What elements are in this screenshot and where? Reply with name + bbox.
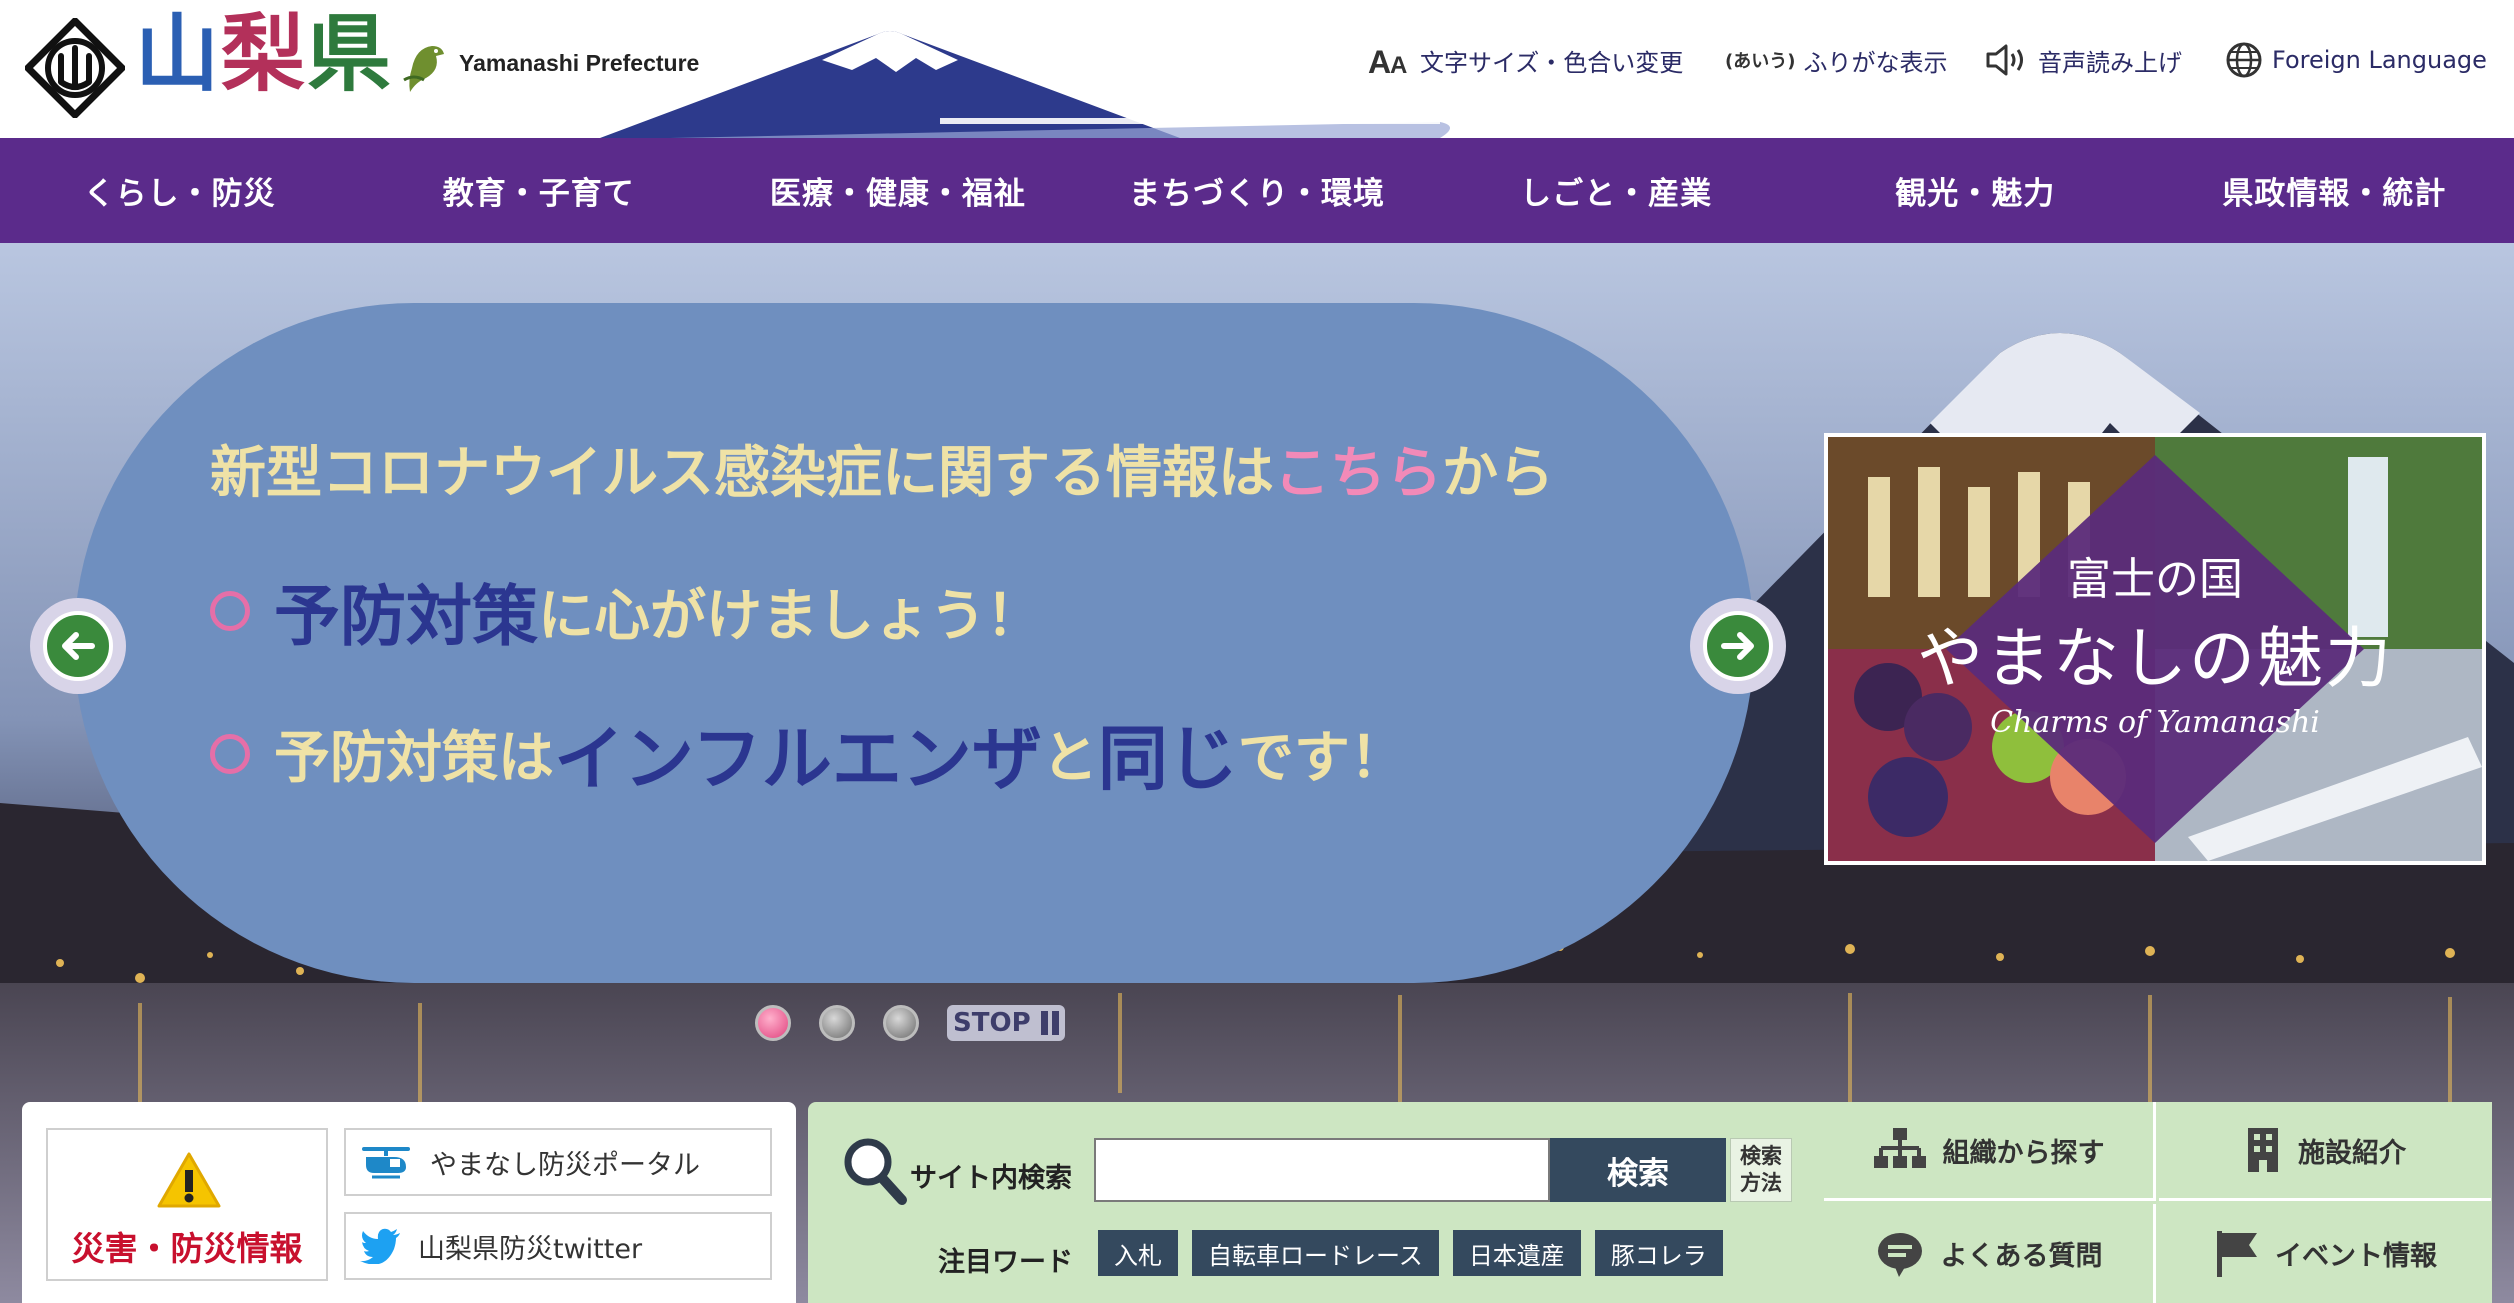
hot-word-japan-heritage[interactable]: 日本遺産 <box>1452 1230 1581 1276</box>
slide-headline-link[interactable]: こちら <box>1274 441 1442 506</box>
faq-label: よくある質問 <box>1940 1241 2103 1272</box>
charms-title-small: 富士の国 <box>2067 554 2243 605</box>
disaster-info-panel: 災害・防災情報 やまなし防災ポータル 山梨県防災twitter <box>22 1102 796 1303</box>
quick-links-panel: 組織から探す 施設紹介 よくある質問 イベント情報 <box>1824 1102 2492 1303</box>
search-label: サイト内検索 <box>910 1163 1072 1194</box>
org-chart-icon <box>1873 1128 1926 1168</box>
slide-next-button[interactable] <box>1690 598 1786 694</box>
slide-headline-post: から <box>1442 441 1554 506</box>
nav-item-living-disaster[interactable]: くらし・防災 <box>0 138 359 243</box>
furigana-label: ふりがな表示 <box>1803 48 1948 77</box>
voice-label: 音声読み上げ <box>2038 48 2182 77</box>
site-header: 山梨県 Yamanashi Prefecture A A 文字サイズ・色合い変更… <box>0 0 2514 138</box>
charms-of-yamanashi-banner[interactable]: 富士の国 やまなしの魅力 Charms of Yamanashi <box>1824 433 2486 865</box>
building-icon <box>2248 1128 2278 1172</box>
flag-icon <box>2217 1230 2257 1277</box>
hot-words-list: 入札 自転車ロードレース 日本遺産 豚コレラ <box>1098 1230 1737 1276</box>
search-by-organization-link[interactable]: 組織から探す <box>1824 1102 2156 1201</box>
charms-title-large: やまなしの魅力 <box>1917 620 2393 697</box>
text-size-color-button[interactable]: A A 文字サイズ・色合い変更 <box>1368 40 1683 80</box>
arrow-left-icon <box>43 611 113 681</box>
hot-word-tender[interactable]: 入札 <box>1098 1230 1178 1276</box>
hot-word-swine-fever[interactable]: 豚コレラ <box>1594 1230 1723 1276</box>
slide-line-prevention: 予防対策 に心がけましょう！ <box>210 563 1042 659</box>
arrow-right-icon <box>1703 611 1773 681</box>
mount-fuji-logo-icon <box>600 31 1450 138</box>
nav-item-education[interactable]: 教育・子育て <box>359 138 718 243</box>
event-info-label: イベント情報 <box>2275 1241 2437 1272</box>
logo-char-3: 県 <box>307 4 394 103</box>
warning-icon <box>157 1152 221 1208</box>
facility-info-link[interactable]: 施設紹介 <box>2159 1102 2491 1201</box>
slide-influenza-emph: インフルエンザ <box>554 718 1042 800</box>
search-icon <box>844 1138 907 1205</box>
disaster-twitter-label: 山梨県防災twitter <box>418 1233 643 1265</box>
text-size-label: 文字サイズ・色合い変更 <box>1420 48 1684 77</box>
disaster-portal-label: やまなし防災ポータル <box>430 1149 700 1181</box>
text-size-icon: A A <box>1368 44 1407 77</box>
foreign-language-button[interactable]: Foreign Language <box>2224 40 2487 80</box>
disaster-info-button[interactable]: 災害・防災情報 <box>46 1128 328 1281</box>
furigana-button[interactable]: (あいう) ふりがな表示 <box>1725 40 1947 80</box>
twitter-bird-icon <box>360 1228 400 1264</box>
slide-dot-3[interactable] <box>883 1005 919 1041</box>
site-search-panel: サイト内検索 検索 検索方法 注目ワード 入札 自転車ロードレース 日本遺産 豚… <box>808 1102 1824 1303</box>
slide-influenza-b: と <box>1041 726 1098 791</box>
slide-dot-2[interactable] <box>819 1005 855 1041</box>
global-nav: くらし・防災 教育・子育て 医療・健康・福祉 まちづくり・環境 しごと・産業 観… <box>0 138 2514 243</box>
disaster-portal-link[interactable]: やまなし防災ポータル <box>344 1128 772 1196</box>
slide-prev-button[interactable] <box>30 598 126 694</box>
nav-item-work-industry[interactable]: しごと・産業 <box>1437 138 1796 243</box>
bullet-circle-icon <box>210 591 250 631</box>
slide-dot-1[interactable] <box>755 1005 791 1041</box>
facility-info-label: 施設紹介 <box>2298 1137 2406 1169</box>
furigana-icon: (あいう) <box>1725 51 1796 72</box>
hot-words-label: 注目ワード <box>938 1247 1073 1278</box>
search-input[interactable] <box>1094 1138 1550 1202</box>
nav-item-medical[interactable]: 医療・健康・福祉 <box>718 138 1077 243</box>
search-method-button[interactable]: 検索方法 <box>1730 1138 1792 1202</box>
disaster-info-label: 災害・防災情報 <box>71 1229 303 1268</box>
globe-icon <box>2226 42 2262 78</box>
slide-line-influenza: 予防対策は インフルエンザと同じ です！ <box>210 703 1406 804</box>
slideshow-stop-button[interactable]: STOP <box>947 1005 1065 1041</box>
stop-label: STOP <box>953 1008 1031 1038</box>
slide-influenza-a: 予防対策は <box>274 726 554 791</box>
slide-headline-pre: 新型コロナウイルス感染症に関する情報は <box>210 441 1274 506</box>
event-info-link[interactable]: イベント情報 <box>2159 1204 2491 1303</box>
charms-subtitle: Charms of Yamanashi <box>1990 705 2320 740</box>
nav-item-government[interactable]: 県政情報・統計 <box>2155 138 2514 243</box>
bird-icon <box>403 46 444 92</box>
svg-text:A: A <box>1390 52 1407 77</box>
nav-item-tourism[interactable]: 観光・魅力 <box>1796 138 2155 243</box>
slide-indicators: STOP <box>755 1005 1065 1041</box>
slide-influenza-c: です！ <box>1237 726 1406 791</box>
search-by-organization-label: 組織から探す <box>1942 1137 2105 1169</box>
speaker-icon <box>1986 44 2023 76</box>
faq-link[interactable]: よくある質問 <box>1824 1204 2156 1303</box>
prefecture-crest-icon[interactable] <box>25 18 125 118</box>
hot-word-cycle-race[interactable]: 自転車ロードレース <box>1192 1230 1439 1276</box>
slide-prevention-rest: に心がけましょう！ <box>538 583 1042 649</box>
disaster-twitter-link[interactable]: 山梨県防災twitter <box>344 1212 772 1280</box>
logo-wordmark[interactable]: 山梨県 <box>135 12 393 96</box>
speech-bubble-icon <box>1877 1232 1922 1277</box>
slide-prevention-emph: 予防対策 <box>274 578 538 655</box>
bullet-circle-icon <box>210 733 250 774</box>
svg-text:A: A <box>1368 44 1391 77</box>
slide-same-emph: 同じ <box>1097 718 1238 800</box>
logo-char-2: 梨 <box>221 4 308 103</box>
nav-item-town-environment[interactable]: まちづくり・環境 <box>1077 138 1436 243</box>
voice-reading-button[interactable]: 音声読み上げ <box>1984 40 2182 80</box>
search-button[interactable]: 検索 <box>1550 1138 1726 1202</box>
slide-headline[interactable]: 新型コロナウイルス感染症に関する情報はこちらから <box>210 428 1554 509</box>
logo-char-1: 山 <box>135 4 222 103</box>
helicopter-icon <box>362 1147 410 1179</box>
foreign-label: Foreign Language <box>2272 46 2487 74</box>
pause-icon <box>1037 1011 1059 1035</box>
